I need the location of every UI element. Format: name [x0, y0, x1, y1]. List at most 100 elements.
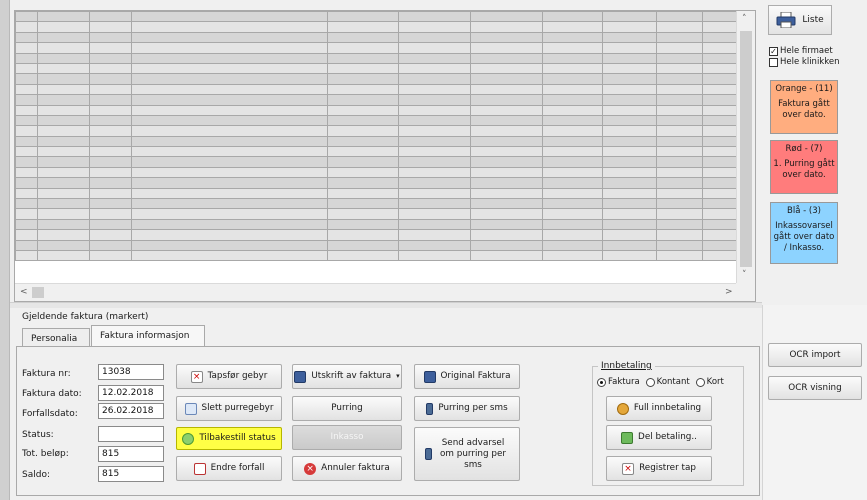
table-cell[interactable]	[88, 135, 132, 148]
table-cell[interactable]	[542, 198, 604, 210]
table-cell[interactable]	[542, 21, 604, 33]
table-cell[interactable]	[326, 104, 400, 116]
table-cell[interactable]	[602, 208, 658, 220]
table-cell[interactable]	[701, 135, 738, 148]
table-cell[interactable]	[470, 62, 544, 75]
table-cell[interactable]	[88, 187, 132, 200]
table-cell[interactable]	[602, 11, 658, 23]
table-cell[interactable]	[130, 177, 328, 189]
tapsfor-gebyr-button[interactable]: × Tapsfør gebyr	[176, 364, 282, 389]
table-cell[interactable]	[36, 198, 90, 210]
table-cell[interactable]	[656, 104, 703, 116]
table-cell[interactable]	[36, 31, 90, 44]
table-cell[interactable]	[88, 125, 132, 137]
table-cell[interactable]	[602, 146, 658, 158]
table-cell[interactable]	[602, 166, 658, 179]
table-row[interactable]	[15, 249, 738, 262]
table-row[interactable]	[15, 156, 738, 168]
table-row[interactable]	[15, 177, 738, 189]
table-row[interactable]	[15, 11, 738, 23]
table-cell[interactable]	[701, 31, 738, 44]
table-cell[interactable]	[88, 31, 132, 44]
table-cell[interactable]	[701, 21, 738, 33]
table-cell[interactable]	[470, 146, 544, 158]
table-cell[interactable]	[542, 31, 604, 44]
table-cell[interactable]	[542, 166, 604, 179]
table-cell[interactable]	[656, 187, 703, 200]
table-cell[interactable]	[326, 249, 400, 262]
table-cell[interactable]	[130, 62, 328, 75]
table-cell[interactable]	[15, 114, 38, 127]
hele-klinikken-checkbox[interactable]: Hele klinikken	[769, 57, 839, 67]
faktura-dato-field[interactable]: 12.02.2018	[98, 385, 164, 401]
table-cell[interactable]	[36, 21, 90, 33]
table-cell[interactable]	[398, 208, 472, 220]
table-cell[interactable]	[656, 73, 703, 85]
table-cell[interactable]	[326, 177, 400, 189]
table-cell[interactable]	[542, 187, 604, 200]
table-cell[interactable]	[656, 114, 703, 127]
table-cell[interactable]	[36, 114, 90, 127]
checkbox-unchecked-icon[interactable]	[769, 57, 778, 67]
table-cell[interactable]	[326, 198, 400, 210]
table-cell[interactable]	[542, 239, 604, 252]
table-cell[interactable]	[470, 249, 544, 262]
table-cell[interactable]	[36, 166, 90, 179]
table-cell[interactable]	[656, 21, 703, 33]
table-cell[interactable]	[602, 229, 658, 241]
table-cell[interactable]	[470, 21, 544, 33]
table-cell[interactable]	[701, 114, 738, 127]
table-cell[interactable]	[36, 11, 90, 23]
table-cell[interactable]	[470, 135, 544, 148]
table-cell[interactable]	[130, 208, 328, 220]
table-cell[interactable]	[470, 187, 544, 200]
table-cell[interactable]	[36, 62, 90, 75]
table-cell[interactable]	[701, 125, 738, 137]
table-cell[interactable]	[88, 166, 132, 179]
table-cell[interactable]	[656, 125, 703, 137]
table-cell[interactable]	[326, 52, 400, 64]
table-cell[interactable]	[602, 114, 658, 127]
table-cell[interactable]	[602, 104, 658, 116]
table-row[interactable]	[15, 42, 738, 54]
table-cell[interactable]	[130, 83, 328, 96]
table-cell[interactable]	[542, 42, 604, 54]
table-cell[interactable]	[701, 94, 738, 106]
table-row[interactable]	[15, 135, 738, 148]
table-cell[interactable]	[470, 31, 544, 44]
table-cell[interactable]	[36, 125, 90, 137]
endre-forfall-button[interactable]: Endre forfall	[176, 456, 282, 481]
table-cell[interactable]	[130, 198, 328, 210]
table-cell[interactable]	[656, 218, 703, 231]
table-cell[interactable]	[701, 218, 738, 231]
table-cell[interactable]	[15, 218, 38, 231]
table-cell[interactable]	[36, 156, 90, 168]
table-cell[interactable]	[542, 73, 604, 85]
table-cell[interactable]	[36, 42, 90, 54]
table-cell[interactable]	[15, 166, 38, 179]
table-cell[interactable]	[15, 229, 38, 241]
table-cell[interactable]	[656, 229, 703, 241]
table-cell[interactable]	[701, 11, 738, 23]
table-cell[interactable]	[656, 31, 703, 44]
table-cell[interactable]	[701, 187, 738, 200]
table-row[interactable]	[15, 83, 738, 96]
table-cell[interactable]	[542, 52, 604, 64]
table-cell[interactable]	[542, 11, 604, 23]
table-cell[interactable]	[656, 83, 703, 96]
table-cell[interactable]	[130, 94, 328, 106]
table-cell[interactable]	[326, 62, 400, 75]
table-cell[interactable]	[36, 177, 90, 189]
table-cell[interactable]	[326, 229, 400, 241]
table-cell[interactable]	[470, 42, 544, 54]
table-cell[interactable]	[15, 239, 38, 252]
table-cell[interactable]	[88, 208, 132, 220]
liste-button[interactable]: Liste	[768, 5, 832, 35]
table-cell[interactable]	[602, 249, 658, 262]
scroll-left-icon[interactable]: <	[20, 287, 28, 297]
del-betaling-button[interactable]: Del betaling..	[606, 425, 712, 450]
table-cell[interactable]	[36, 83, 90, 96]
ocr-import-button[interactable]: OCR import	[768, 343, 862, 367]
table-cell[interactable]	[36, 208, 90, 220]
table-cell[interactable]	[15, 125, 38, 137]
